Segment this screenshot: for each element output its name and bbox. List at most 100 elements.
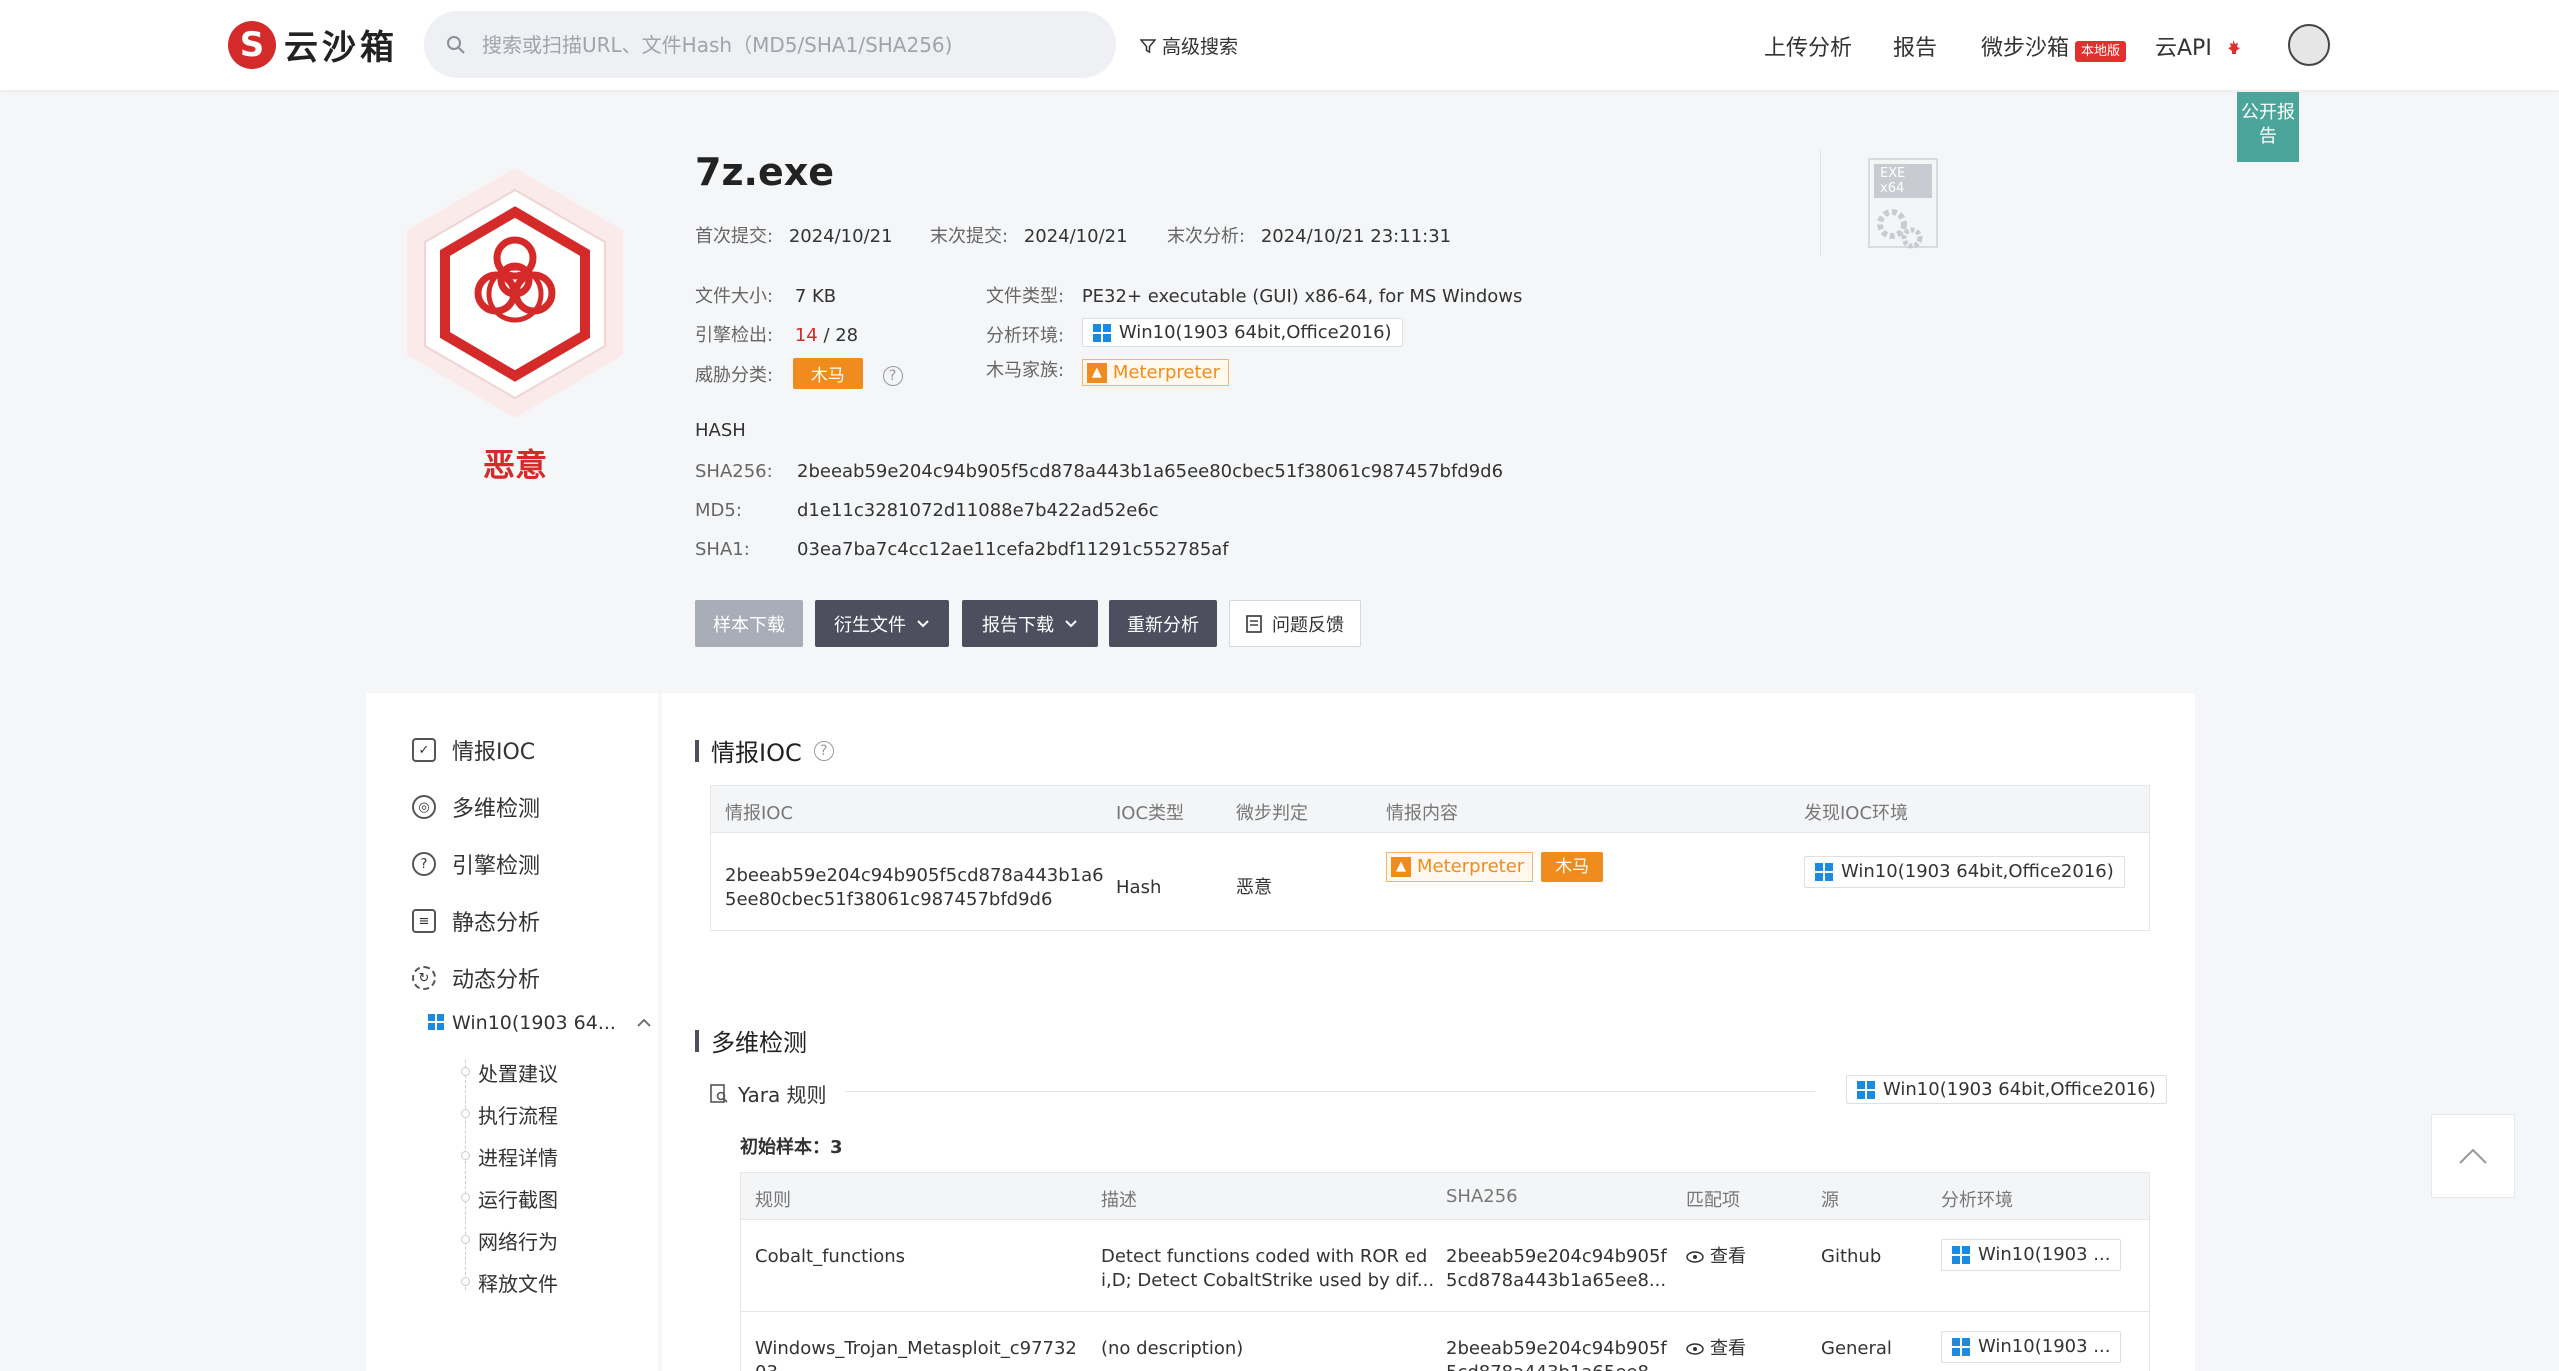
sub-item-process-details[interactable]: 进程详情 xyxy=(478,1142,558,1171)
ioc-intel-cell: ▲ Meterpreter 木马 xyxy=(1386,852,1604,882)
sha256-value[interactable]: 2beeab59e204c94b905f5cd878a443b1a65ee80c… xyxy=(797,461,1503,482)
sidebar-env-toggle[interactable]: Win10(1903 64... xyxy=(428,1012,652,1034)
sha256-row: SHA256: 2beeab59e204c94b905f5cd878a443b1a… xyxy=(695,461,1503,482)
md5-value[interactable]: d1e11c3281072d11088e7b422ad52e6c xyxy=(797,500,1159,521)
rule-source: Github xyxy=(1821,1246,1882,1267)
logo-mark: S xyxy=(228,20,276,69)
file-type-label: 文件类型: xyxy=(986,286,1065,307)
rule-name-line1: Windows_Trojan_Metasploit_c97732 xyxy=(755,1338,1077,1359)
file-type-row: 文件类型: PE32+ executable (GUI) x86-64, for… xyxy=(986,282,1522,308)
file-name: 7z.exe xyxy=(695,150,835,194)
nav-sandbox-label: 微步沙箱 xyxy=(1981,36,2070,61)
windows-icon xyxy=(1092,323,1111,342)
sidebar-item-label: 动态分析 xyxy=(452,968,541,993)
env-label: 分析环境: xyxy=(986,325,1065,347)
ioc-hash-line1: 2beeab59e204c94b905f5cd878a443b1a6 xyxy=(725,865,1104,886)
sub-item-dropped-files[interactable]: 释放文件 xyxy=(478,1268,558,1297)
search-box[interactable] xyxy=(424,11,1116,78)
file-type-value: PE32+ executable (GUI) x86-64, for MS Wi… xyxy=(1081,286,1523,307)
sha256-label: SHA256: xyxy=(695,461,773,482)
download-sample-button[interactable]: 样本下载 xyxy=(695,600,803,647)
family-row: 木马家族: ▲ Meterpreter xyxy=(986,356,1229,386)
user-avatar[interactable] xyxy=(2288,24,2330,66)
help-icon[interactable]: ? xyxy=(813,740,834,761)
reanalyze-button[interactable]: 重新分析 xyxy=(1109,600,1217,647)
engine-hits: 14 xyxy=(794,325,818,346)
gear-icon xyxy=(1877,209,1923,249)
hash-heading: HASH xyxy=(695,420,746,441)
nav-sandbox[interactable]: 微步沙箱 本地版 xyxy=(1981,30,2127,62)
sub-item-network-behavior[interactable]: 网络行为 xyxy=(478,1226,558,1255)
view-match-link[interactable]: 查看 xyxy=(1686,1337,1746,1361)
view-match-link[interactable]: 查看 xyxy=(1686,1245,1746,1269)
list-icon: ≡ xyxy=(412,909,436,933)
sidebar-item-dynamic-analysis[interactable]: ↻ 动态分析 xyxy=(412,962,540,994)
nav-report[interactable]: 报告 xyxy=(1893,30,1937,62)
sidebar-item-label: 引擎检测 xyxy=(452,854,541,879)
yara-rules-heading: Yara 规则 xyxy=(710,1079,827,1108)
table-row: Cobalt_functions xyxy=(755,1245,905,1269)
env-tag[interactable]: Win10(1903 ... xyxy=(1941,1331,2122,1363)
rule-env: Win10(1903 ... xyxy=(1941,1331,2122,1363)
sub-item-execution-flow[interactable]: 执行流程 xyxy=(478,1100,558,1129)
rule-description: Detect functions coded with ROR ed i,D; … xyxy=(1101,1245,1434,1293)
nav-upload-analysis[interactable]: 上传分析 xyxy=(1764,30,1852,62)
sub-item-screenshots[interactable]: 运行截图 xyxy=(478,1184,558,1213)
sha1-value[interactable]: 03ea7ba7c4cc12ae11cefa2bdf11291c552785af xyxy=(797,539,1229,560)
last-analysis-row: 末次分析: 2024/10/21 23:11:31 xyxy=(1167,222,1451,248)
chevron-down-icon xyxy=(1065,619,1077,627)
sidebar-item-static-analysis[interactable]: ≡ 静态分析 xyxy=(412,905,540,937)
sidebar-item-multi-detection[interactable]: ◎ 多维检测 xyxy=(412,791,540,823)
first-submit-row: 首次提交: 2024/10/21 xyxy=(695,222,893,248)
sidebar-item-engine-detection[interactable]: ? 引擎检测 xyxy=(412,848,540,880)
last-analysis-value: 2024/10/21 23:11:31 xyxy=(1260,226,1452,247)
env-tag[interactable]: Win10(1903 64bit,Office2016) xyxy=(1081,318,1403,347)
family-tag[interactable]: ▲ Meterpreter xyxy=(1386,852,1534,882)
eye-icon xyxy=(1686,1251,1704,1263)
file-size-row: 文件大小: 7 KB xyxy=(695,282,836,308)
ioc-title: 情报IOC xyxy=(711,739,802,767)
env-tag[interactable]: Win10(1903 64bit,Office2016) xyxy=(1846,1075,2167,1104)
derived-files-button[interactable]: 衍生文件 xyxy=(815,600,949,647)
verdict-label: 恶意 xyxy=(482,446,547,484)
back-to-top-button[interactable] xyxy=(2431,1114,2515,1198)
download-report-label: 报告下载 xyxy=(982,614,1054,636)
help-icon[interactable]: ? xyxy=(882,366,903,386)
filter-icon xyxy=(1140,38,1156,53)
family-tag[interactable]: ▲ Meterpreter xyxy=(1081,359,1229,386)
multi-section-title: 多维检测 xyxy=(695,1023,807,1058)
rule-sha256[interactable]: 2beeab59e204c94b905f 5cd878a443b1a65ee8.… xyxy=(1446,1245,1667,1293)
last-submit-label: 末次提交: xyxy=(930,226,1009,247)
advanced-search-link[interactable]: 高级搜索 xyxy=(1140,32,1238,59)
engine-row: 引擎检出: 14 / 28 xyxy=(695,321,858,347)
exe-badge: EXE x64 xyxy=(1874,164,1932,198)
rule-sha256[interactable]: 2beeab59e204c94b905f 5cd878a443b1a65ee8 xyxy=(1446,1337,1667,1371)
feedback-button[interactable]: 问题反馈 xyxy=(1229,600,1361,647)
sub-menu-dot xyxy=(461,1067,470,1076)
sidebar-item-ioc[interactable]: ✓ 情报IOC xyxy=(412,734,535,766)
sub-menu-dot xyxy=(461,1193,470,1202)
ioc-hash-cell[interactable]: 2beeab59e204c94b905f5cd878a443b1a6 5ee80… xyxy=(725,864,1104,912)
question-circle-icon: ? xyxy=(412,852,436,876)
radar-icon: ◎ xyxy=(412,795,436,819)
first-submit-label: 首次提交: xyxy=(695,226,774,247)
env-tag[interactable]: Win10(1903 ... xyxy=(1941,1239,2122,1271)
search-input[interactable] xyxy=(482,32,1082,57)
threat-tag: 木马 xyxy=(792,358,863,389)
rule-description-line1: Detect functions coded with ROR ed xyxy=(1101,1246,1428,1267)
sub-item-remediation[interactable]: 处置建议 xyxy=(478,1058,558,1087)
site-logo[interactable]: S 云沙箱 xyxy=(228,20,398,69)
family-label: 木马家族: xyxy=(986,360,1065,381)
env-tag-label: Win10(1903 64bit,Office2016) xyxy=(1883,1079,2156,1100)
last-submit-row: 末次提交: 2024/10/21 xyxy=(930,222,1128,248)
ioc-table-header: 情报IOC IOC类型 微步判定 情报内容 发现IOC环境 xyxy=(711,786,2149,833)
nav-cloud-api[interactable]: 云API xyxy=(2155,30,2241,62)
public-report-button[interactable]: 公开报告 xyxy=(2237,92,2299,162)
env-tag[interactable]: Win10(1903 64bit,Office2016) xyxy=(1804,856,2125,888)
chevron-up-icon xyxy=(2459,1148,2487,1164)
col-source: 源 xyxy=(1821,1190,1839,1211)
first-submit-value: 2024/10/21 xyxy=(788,226,893,247)
download-report-button[interactable]: 报告下载 xyxy=(962,600,1098,647)
eye-icon xyxy=(1686,1343,1704,1355)
refresh-cycle-icon: ↻ xyxy=(412,966,436,990)
